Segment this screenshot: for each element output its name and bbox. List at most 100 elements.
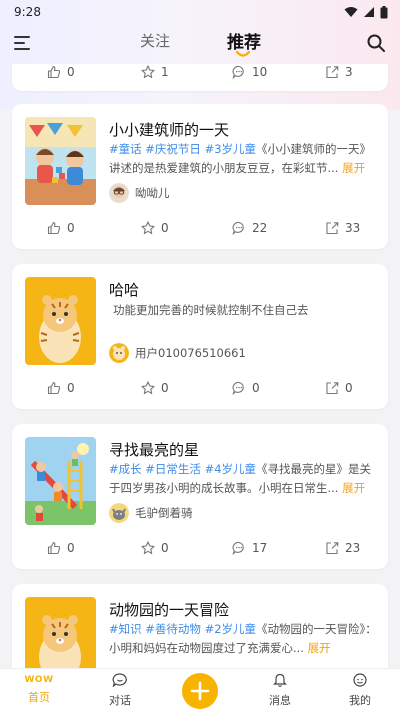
status-time: 9:28 (14, 5, 41, 19)
tab-home[interactable]: WOW 首页 (19, 673, 59, 705)
comment-icon (232, 65, 244, 79)
like-stat[interactable]: 0 (47, 65, 75, 79)
comment-count: 22 (252, 221, 268, 235)
star-icon (141, 65, 155, 79)
tab-profile[interactable]: 我的 (340, 673, 380, 708)
tab-recommend[interactable]: 推荐 (227, 28, 261, 53)
share-icon (326, 222, 339, 235)
story-title: 动物园的一天冒险 (109, 601, 230, 619)
topic-tag[interactable]: #3岁儿童 (205, 142, 256, 156)
share-stat[interactable]: 3 (325, 65, 353, 79)
story-description[interactable]: #童话 #庆祝节日 #3岁儿童《小小建筑师的一天》讲述的是热爱建筑的小朋友豆豆，… (109, 140, 377, 178)
menu-icon[interactable] (14, 35, 32, 51)
expand-link[interactable]: 展开 (342, 161, 365, 175)
comment-icon (232, 381, 244, 395)
topic-tag[interactable]: #2岁儿童 (205, 622, 256, 636)
comment-stat[interactable]: 17 (232, 541, 267, 555)
topic-tag[interactable]: #善待动物 (145, 622, 201, 636)
story-cover-image[interactable] (25, 437, 96, 525)
topic-tag[interactable]: #童话 (109, 142, 142, 156)
share-stat[interactable]: 33 (325, 221, 360, 235)
status-bar: 9:28 (0, 0, 400, 24)
story-cover-image[interactable] (25, 277, 96, 365)
story-description: 功能更加完善的时候就控制不住自己去 (113, 303, 309, 317)
author-name: 呦呦儿 (135, 186, 170, 200)
star-stat[interactable]: 0 (141, 541, 169, 555)
author-name: 毛驴倒着骑 (135, 506, 193, 520)
tab-chat[interactable]: 对话 (100, 673, 140, 708)
expand-link[interactable]: 展开 (342, 481, 365, 495)
story-card[interactable]: 寻找最亮的星 #成长 #日常生活 #4岁儿童《寻找最亮的星》是关于四岁男孩小明的… (12, 424, 388, 569)
share-icon (326, 66, 339, 79)
chat-icon (112, 673, 127, 688)
card-stats: 0 0 0 0 (12, 381, 388, 401)
topic-tag[interactable]: #日常生活 (145, 462, 201, 476)
story-cover-image[interactable] (25, 597, 96, 668)
story-card-partial[interactable]: 0 1 10 3 (12, 64, 388, 91)
like-stat[interactable]: 0 (47, 541, 75, 555)
story-cover-image[interactable] (25, 117, 96, 205)
battery-icon (380, 5, 388, 18)
wow-logo: WOW (24, 675, 54, 685)
star-icon (141, 221, 155, 235)
star-icon (141, 381, 155, 395)
feed[interactable]: 0 1 10 3 小小建筑师的一天 #童话 #庆祝节日 #3岁儿童《小小建筑师的… (0, 64, 400, 668)
topic-tag[interactable]: #庆祝节日 (145, 142, 201, 156)
tab-home-label: 首页 (28, 691, 50, 704)
comment-icon (232, 541, 244, 555)
like-count: 0 (67, 65, 75, 79)
bell-icon (273, 673, 287, 687)
like-count: 0 (67, 221, 75, 235)
story-title: 寻找最亮的星 (109, 441, 200, 459)
like-count: 0 (67, 381, 75, 395)
comment-stat[interactable]: 0 (232, 381, 260, 395)
thumbs-up-icon (47, 541, 61, 555)
star-stat[interactable]: 0 (141, 381, 169, 395)
like-stat[interactable]: 0 (47, 221, 75, 235)
share-stat[interactable]: 23 (325, 541, 360, 555)
story-card[interactable]: 哈哈 功能更加完善的时候就控制不住自己去 用户010076510661 0 0 … (12, 264, 388, 409)
star-count: 0 (161, 221, 169, 235)
avatar (109, 183, 129, 203)
profile-icon (353, 673, 367, 687)
story-card[interactable]: 小小建筑师的一天 #童话 #庆祝节日 #3岁儿童《小小建筑师的一天》讲述的是热爱… (12, 104, 388, 249)
create-button[interactable] (182, 673, 218, 709)
search-icon[interactable] (366, 33, 386, 53)
top-nav: 关注 推荐 (0, 24, 400, 64)
star-stat[interactable]: 0 (141, 221, 169, 235)
topic-tag[interactable]: #4岁儿童 (205, 462, 256, 476)
like-stat[interactable]: 0 (47, 381, 75, 395)
comment-icon (232, 221, 244, 235)
star-stat[interactable]: 1 (141, 65, 169, 79)
comment-count: 0 (252, 381, 260, 395)
like-count: 0 (67, 541, 75, 555)
comment-stat[interactable]: 22 (232, 221, 267, 235)
thumbs-up-icon (47, 381, 61, 395)
story-card[interactable]: 动物园的一天冒险 #知识 #善待动物 #2岁儿童《动物园的一天冒险》：小明和妈妈… (12, 584, 388, 668)
author[interactable]: 毛驴倒着骑 (109, 503, 193, 523)
star-count: 1 (161, 65, 169, 79)
avatar (109, 343, 129, 363)
topic-tag[interactable]: #成长 (109, 462, 142, 476)
share-stat[interactable]: 0 (325, 381, 353, 395)
thumbs-up-icon (47, 221, 61, 235)
share-icon (326, 542, 339, 555)
story-description[interactable]: #知识 #善待动物 #2岁儿童《动物园的一天冒险》：小明和妈妈在动物园度过了充满… (109, 620, 377, 658)
tab-follow[interactable]: 关注 (140, 30, 170, 51)
story-description[interactable]: #成长 #日常生活 #4岁儿童《寻找最亮的星》是关于四岁男孩小明的成长故事。小明… (109, 460, 377, 498)
topic-tag[interactable]: #知识 (109, 622, 142, 636)
comment-stat[interactable]: 10 (232, 65, 267, 79)
star-count: 0 (161, 541, 169, 555)
comment-count: 17 (252, 541, 268, 555)
thumbs-up-icon (47, 65, 61, 79)
star-icon (141, 541, 155, 555)
avatar (109, 503, 129, 523)
author[interactable]: 用户010076510661 (109, 343, 246, 363)
card-stats: 0 1 10 3 (12, 65, 388, 85)
star-count: 0 (161, 381, 169, 395)
expand-link[interactable]: 展开 (308, 641, 331, 655)
share-count: 23 (345, 541, 361, 555)
author[interactable]: 呦呦儿 (109, 183, 170, 203)
share-count: 33 (345, 221, 361, 235)
tab-messages[interactable]: 消息 (260, 673, 300, 708)
